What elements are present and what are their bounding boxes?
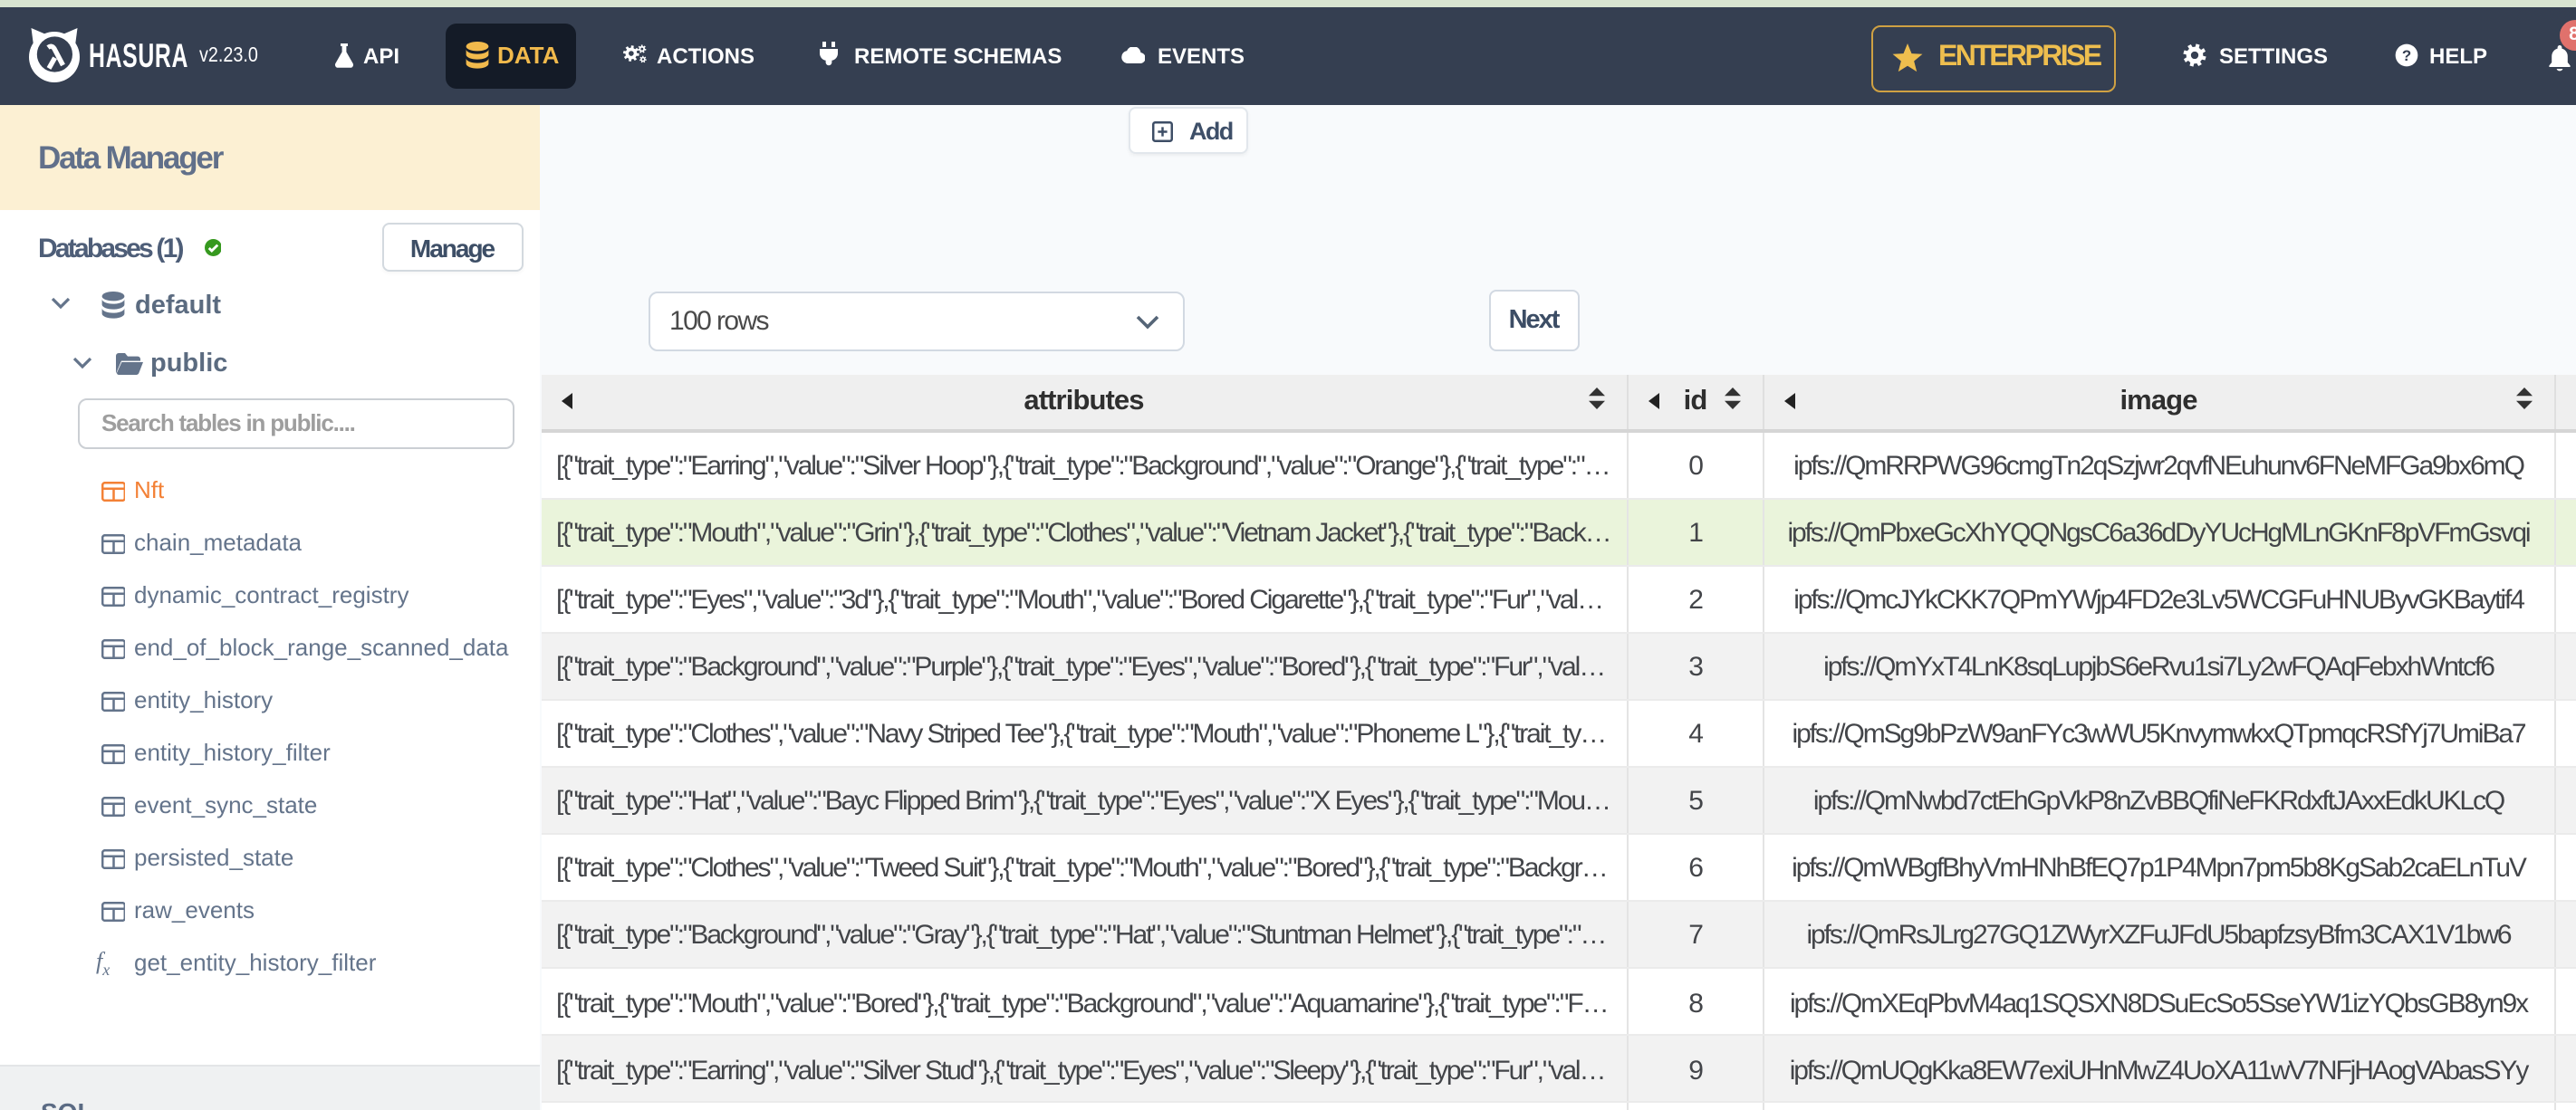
svg-text:?: ? <box>2402 47 2411 64</box>
